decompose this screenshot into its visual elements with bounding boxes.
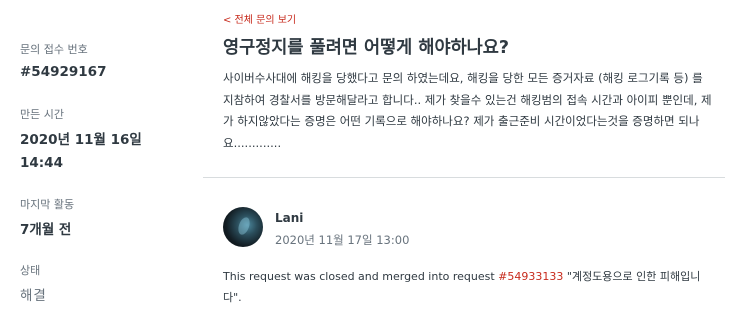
- comment-body: This request was closed and merged into …: [223, 266, 713, 308]
- created-date-value: 2020년 11월 16일: [20, 132, 142, 148]
- comment-timestamp: 2020년 11월 17일 13:00: [275, 233, 410, 247]
- last-activity-value: 7개월 전: [20, 222, 72, 238]
- last-activity-label: 마지막 활동: [20, 198, 75, 211]
- back-to-requests-link[interactable]: < 전체 문의 보기: [223, 11, 296, 26]
- status-label: 상태: [20, 264, 41, 277]
- status-value: 해결: [20, 288, 47, 304]
- linked-request-link[interactable]: #54933133: [498, 270, 563, 283]
- page-title: 영구정지를 풀려면 어떻게 해야하나요?: [223, 38, 510, 58]
- divider: [203, 177, 725, 178]
- avatar: [223, 207, 263, 247]
- comment-author: Lani: [275, 211, 304, 225]
- request-id-label: 문의 접수 번호: [20, 43, 88, 56]
- comment-text-prefix: This request was closed and merged into …: [223, 270, 499, 283]
- created-label: 만든 시간: [20, 108, 64, 121]
- avatar-image-icon: [236, 215, 252, 237]
- request-body: 사이버수사대에 해킹을 당했다고 문의 하였는데요, 해킹을 당한 모든 증거자…: [223, 71, 712, 150]
- request-id-value: #54929167: [20, 64, 107, 80]
- created-time-value: 14:44: [20, 155, 63, 171]
